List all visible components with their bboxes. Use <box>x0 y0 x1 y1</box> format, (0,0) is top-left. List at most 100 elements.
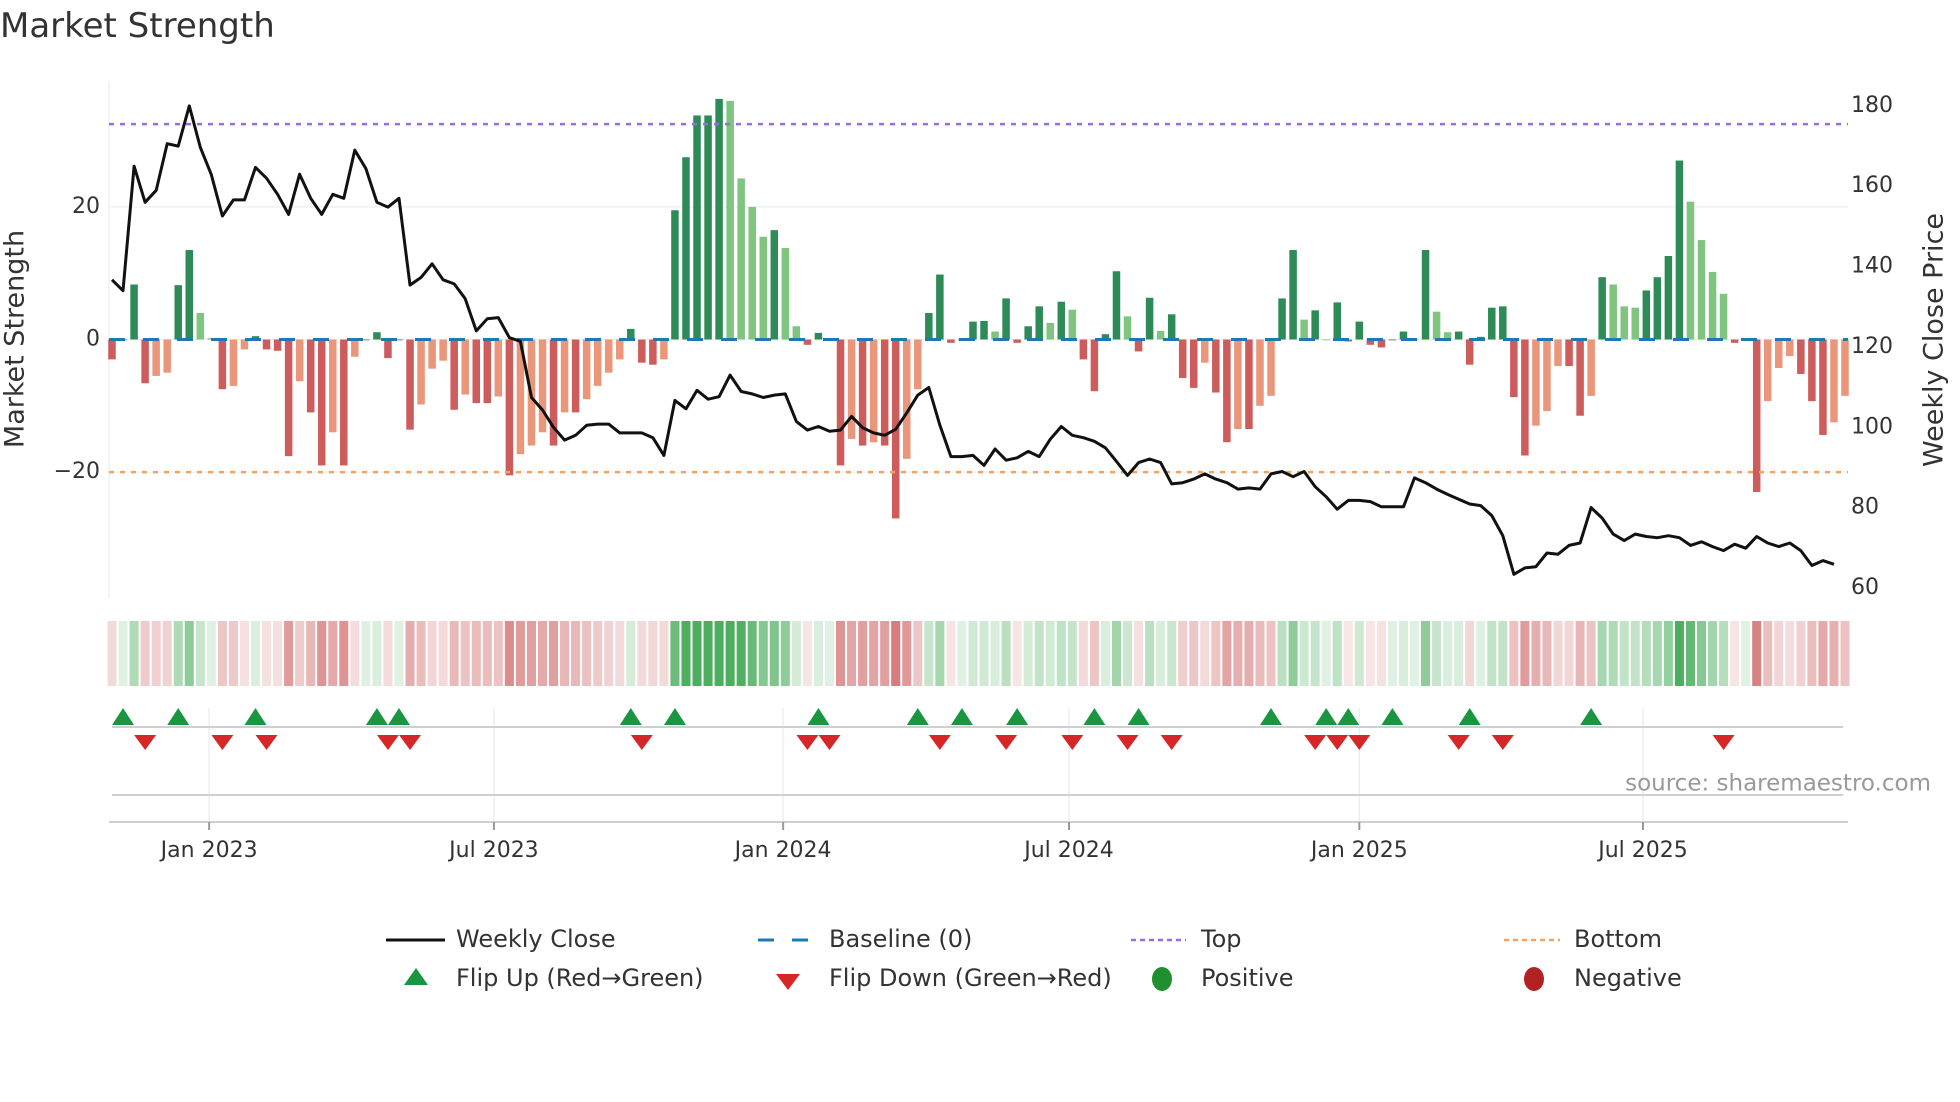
strength-bar <box>1267 339 1275 396</box>
heat-cell <box>1763 621 1773 686</box>
strength-bar <box>759 236 768 340</box>
heat-cell <box>372 621 382 686</box>
flip-down-marker <box>1061 735 1084 750</box>
heat-cell <box>471 621 481 686</box>
x-tick-label: Jan 2024 <box>733 838 832 863</box>
strength-bar <box>748 206 756 340</box>
strength-bar <box>406 339 414 430</box>
legend-bottom: Bottom <box>1574 925 1662 953</box>
heat-cell <box>747 621 757 686</box>
heat-cell <box>593 621 603 686</box>
flip-down-marker <box>255 735 278 750</box>
strength-bar <box>1223 339 1231 443</box>
heat-cell <box>659 621 669 686</box>
strength-bar <box>1675 160 1684 340</box>
strength-bar <box>1234 339 1242 429</box>
heat-cell <box>460 621 470 686</box>
heat-cell <box>1829 621 1839 686</box>
y-tick-label: 20 <box>72 194 100 219</box>
flip-down-marker <box>796 735 819 750</box>
strength-bar <box>1421 250 1430 340</box>
heat-cell <box>1586 621 1596 686</box>
strength-bar <box>1708 271 1717 340</box>
flip-up-marker <box>1458 708 1481 725</box>
strength-bar <box>306 339 315 413</box>
flip-down-marker <box>1491 735 1514 750</box>
heat-cell <box>1608 621 1618 686</box>
heat-cell <box>1741 621 1751 686</box>
heat-cell <box>891 621 901 686</box>
heat-cell <box>217 621 227 686</box>
heat-cell <box>306 621 316 686</box>
heat-cell <box>957 621 967 686</box>
legend-flip-up-icon <box>404 968 428 985</box>
strength-bar <box>494 339 503 397</box>
heat-cell <box>1277 621 1287 686</box>
heat-cell <box>615 621 625 686</box>
strength-bar <box>163 339 171 373</box>
strength-bar <box>362 339 370 341</box>
strength-bar <box>1322 339 1330 341</box>
x-tick-label: Jul 2025 <box>1596 838 1688 863</box>
heat-cell <box>968 621 978 686</box>
heat-cell <box>1542 621 1552 686</box>
strength-bar <box>262 339 271 350</box>
heat-cell <box>1641 621 1651 686</box>
heat-cell <box>228 621 238 686</box>
strength-bar <box>616 339 624 360</box>
y2-tick-label: 100 <box>1851 414 1893 439</box>
heat-cell <box>813 621 823 686</box>
heat-cell <box>1089 621 1099 686</box>
heat-cell <box>847 621 857 686</box>
flip-down-marker <box>630 735 653 750</box>
strength-bar <box>1013 339 1021 343</box>
heat-cell <box>295 621 305 686</box>
heat-cell <box>1597 621 1607 686</box>
flip-up-marker <box>1006 708 1029 725</box>
heat-cell <box>924 621 934 686</box>
heat-cell <box>1067 621 1077 686</box>
heat-cell <box>162 621 172 686</box>
heat-cell <box>1752 621 1762 686</box>
strength-bar <box>284 339 293 457</box>
heat-cell <box>946 621 956 686</box>
heat-cell <box>482 621 492 686</box>
heat-cell <box>1663 621 1673 686</box>
strength-bar <box>582 339 591 400</box>
heat-cell <box>1696 621 1707 686</box>
strength-bar <box>1664 255 1673 340</box>
strength-bar <box>880 339 889 446</box>
heat-cell <box>714 621 724 686</box>
strength-bar <box>1587 339 1595 396</box>
heat-cell <box>802 621 812 686</box>
y2-tick-label: 160 <box>1851 173 1893 198</box>
flip-up-marker <box>244 708 267 725</box>
heat-cell <box>350 621 360 686</box>
legend-positive: Positive <box>1201 964 1294 992</box>
strength-bar <box>604 339 613 373</box>
heat-cell <box>758 621 768 686</box>
flip-down-marker <box>211 735 234 750</box>
heat-cell <box>1078 621 1088 686</box>
heat-cell <box>1310 621 1320 686</box>
heat-cell <box>504 621 514 686</box>
strength-bar <box>770 230 779 340</box>
strength-bar <box>1112 271 1121 340</box>
strength-bar <box>538 339 547 433</box>
heat-cell <box>835 621 846 686</box>
heat-cell <box>1796 621 1806 686</box>
heat-cell <box>1730 621 1740 686</box>
strength-bar <box>1388 339 1397 341</box>
strength-bar <box>792 326 801 340</box>
flip-up-marker <box>167 708 190 725</box>
strength-bar <box>1631 307 1640 340</box>
heat-cell <box>1674 621 1684 686</box>
flip-up-marker <box>1381 708 1404 725</box>
heat-cell <box>1045 621 1055 686</box>
strength-bar <box>439 339 447 361</box>
heat-cell <box>416 621 426 686</box>
strength-bar <box>969 321 977 340</box>
heat-cell <box>1553 621 1563 686</box>
heat-cell <box>1807 621 1817 686</box>
strength-bar <box>1697 240 1706 340</box>
